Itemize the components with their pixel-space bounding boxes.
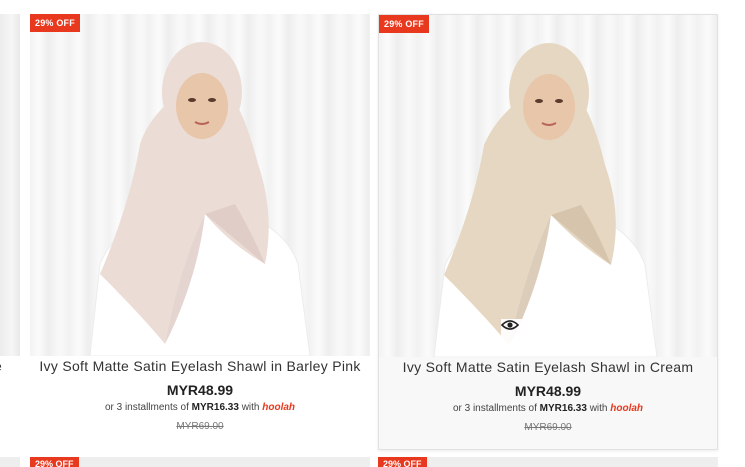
installment-amount: MYR16.33 (539, 403, 587, 414)
product-image[interactable]: 29% OFF (30, 14, 370, 356)
installment-prefix: or 3 installments of (452, 403, 537, 414)
hoolah-logo: hoolah (610, 403, 644, 414)
hoolah-logo: hoolah (262, 402, 296, 413)
installment-with: with (241, 402, 260, 413)
discount-badge: 29% OFF (379, 15, 429, 33)
compare-at-price: MYR69.00 (176, 421, 224, 432)
installment-with: with (589, 403, 608, 414)
model-illustration (433, 43, 658, 357)
installment-info: or 3 installments of MYR16.33 with hoola… (30, 402, 370, 413)
product-title[interactable]: Ivy Soft Matte Satin Eyelash Shawl in Ba… (30, 358, 370, 374)
product-price: MYR48.99 (514, 383, 582, 399)
product-title-partial[interactable]: e (0, 358, 2, 374)
installment-amount: MYR16.33 (191, 402, 239, 413)
discount-badge: 29% OFF (30, 457, 79, 467)
product-image[interactable]: 29% OFF (379, 15, 717, 357)
installment-prefix: or 3 installments of (104, 402, 189, 413)
discount-badge: 29% OFF (378, 457, 427, 467)
product-image-partial[interactable] (0, 14, 20, 356)
discount-badge: 29% OFF (30, 14, 80, 32)
compare-at-price: MYR69.00 (524, 422, 572, 433)
product-image-partial[interactable] (378, 457, 718, 467)
product-image-partial[interactable] (0, 457, 20, 467)
installment-info: or 3 installments of MYR16.33 with hoola… (379, 403, 717, 414)
product-title[interactable]: Ivy Soft Matte Satin Eyelash Shawl in Cr… (379, 359, 717, 375)
product-price: MYR48.99 (166, 382, 234, 398)
quick-view-button[interactable] (501, 319, 601, 349)
product-image-partial[interactable] (30, 457, 370, 467)
product-card[interactable]: 29% OFF Ivy Soft Matte Satin Eyelash Sha… (378, 14, 718, 450)
product-card[interactable]: 29% OFF Ivy Soft Matte Satin Eyelash Sha… (30, 14, 370, 450)
model-illustration (89, 42, 311, 356)
